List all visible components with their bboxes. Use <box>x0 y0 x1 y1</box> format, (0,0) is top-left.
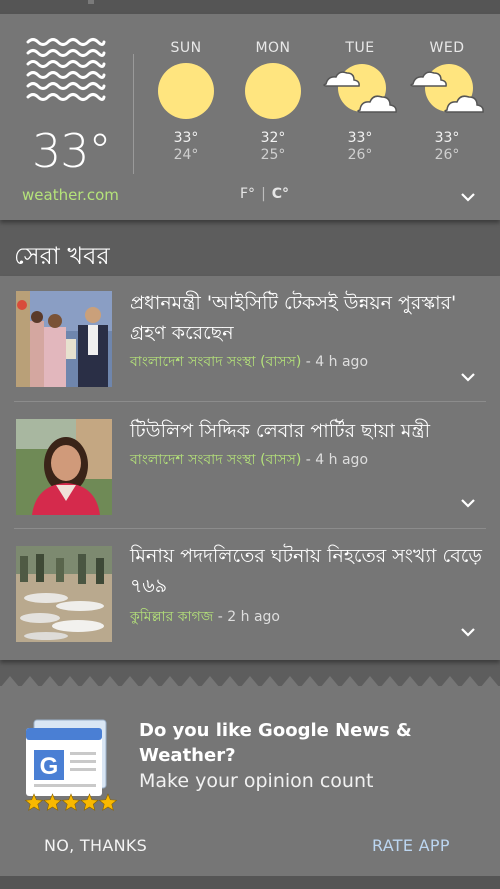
star-icon <box>98 793 118 811</box>
star-icon <box>61 793 81 811</box>
google-news-icon: G <box>24 719 118 811</box>
rate-subtitle: Make your opinion count <box>139 770 374 792</box>
news-time: - 4 h ago <box>301 452 369 468</box>
day-high: 33° <box>173 130 199 146</box>
day-name: MON <box>255 40 291 56</box>
forecast-day-sun: SUN 33° 24° <box>146 40 226 163</box>
news-item[interactable]: মিনায় পদদলিতের ঘটনায় নিহতের সংখ্যা বেড… <box>0 529 500 655</box>
forecast-day-mon: MON 32° 25° <box>233 40 313 163</box>
top-edge <box>0 0 500 14</box>
no-thanks-button[interactable]: NO, THANKS <box>44 836 147 855</box>
news-headline[interactable]: মিনায় পদদলিতের ঘটনায় নিহতের সংখ্যা বেড… <box>130 541 490 601</box>
star-icon <box>43 793 62 811</box>
unit-fahrenheit[interactable]: F° <box>240 186 255 202</box>
rate-app-card: G Do you like Google News & Weather? Mak… <box>0 686 500 876</box>
portrait-photo <box>16 419 112 515</box>
news-meta: বাংলাদেশ সংবাদ সংস্থা (বাসস) - 4 h ago <box>130 350 368 374</box>
unit-toggle[interactable]: F° | C° <box>240 186 289 202</box>
chevron-down-icon[interactable] <box>460 627 476 637</box>
news-source: কুমিল্লার কাগজ <box>130 609 214 625</box>
forecast-day-tue: TUE 33° 26° <box>320 40 400 163</box>
chevron-down-icon[interactable] <box>460 372 476 382</box>
chevron-down-icon[interactable] <box>460 498 476 508</box>
day-low: 25° <box>260 147 286 163</box>
news-headline[interactable]: টিউলিপ সিদ্দিক লেবার পার্টির ছায়া মন্ত্… <box>130 416 490 446</box>
rate-question: Do you like Google News & Weather? <box>139 720 412 766</box>
news-meta: বাংলাদেশ সংবাদ সংস্থা (বাসস) - 4 h ago <box>130 448 368 472</box>
sun-icon <box>158 63 214 119</box>
day-name: SUN <box>170 40 202 56</box>
news-thumbnail[interactable] <box>16 291 112 387</box>
news-meta: কুমিল্লার কাগজ - 2 h ago <box>130 605 280 629</box>
haze-icon <box>26 38 106 101</box>
day-high: 33° <box>434 130 460 146</box>
section-title-top-stories: সেরা খবর <box>14 242 110 270</box>
news-item[interactable]: প্রধানমন্ত্রী 'আইসিটি টেকসই উন্নয়ন পুরস… <box>0 276 500 402</box>
current-temperature: 33° <box>32 124 112 178</box>
news-thumbnail[interactable] <box>16 419 112 515</box>
news-time: - 4 h ago <box>301 354 369 370</box>
news-source: বাংলাদেশ সংবাদ সংস্থা (বাসস) <box>130 452 302 468</box>
day-name: WED <box>429 40 465 56</box>
forecast-day-wed: WED 33° 26° <box>407 40 487 163</box>
news-scene-photo <box>16 546 112 642</box>
day-low: 26° <box>347 147 373 163</box>
news-source: বাংলাদেশ সংবাদ সংস্থা (বাসস) <box>130 354 302 370</box>
bottom-edge <box>0 876 500 889</box>
unit-separator: | <box>261 186 266 202</box>
news-headline[interactable]: প্রধানমন্ত্রী 'আইসিটি টেকসই উন্নয়ন পুরস… <box>130 288 490 348</box>
partly-cloudy-icon <box>323 64 397 113</box>
top-stories-card: প্রধানমন্ত্রী 'আইসিটি টেকসই উন্নয়ন পুরস… <box>0 276 500 660</box>
weather-divider <box>133 54 134 174</box>
day-name: TUE <box>345 40 375 56</box>
top-edge-nub <box>88 0 94 4</box>
day-low: 26° <box>434 147 460 163</box>
svg-text:G: G <box>40 753 59 780</box>
day-high: 33° <box>347 130 373 146</box>
rating-stars <box>24 793 118 811</box>
news-item[interactable]: টিউলিপ সিদ্দিক লেবার পার্টির ছায়া মন্ত্… <box>0 402 500 529</box>
news-time: - 2 h ago <box>213 609 280 625</box>
sun-icon <box>245 63 301 119</box>
star-icon <box>24 793 44 811</box>
day-low: 24° <box>173 147 199 163</box>
weather-card[interactable]: 33° SUN 33° 24° MON 32° 25° TUE 33° 26° … <box>0 14 500 220</box>
unit-celsius[interactable]: C° <box>272 186 289 202</box>
award-ceremony-photo <box>16 291 112 387</box>
chevron-down-icon[interactable] <box>460 192 476 202</box>
star-icon <box>80 793 99 811</box>
partly-cloudy-icon <box>410 64 484 113</box>
day-high: 32° <box>260 130 286 146</box>
rate-app-button[interactable]: RATE APP <box>372 836 450 855</box>
news-thumbnail[interactable] <box>16 546 112 642</box>
weather-source-link[interactable]: weather.com <box>22 186 119 204</box>
